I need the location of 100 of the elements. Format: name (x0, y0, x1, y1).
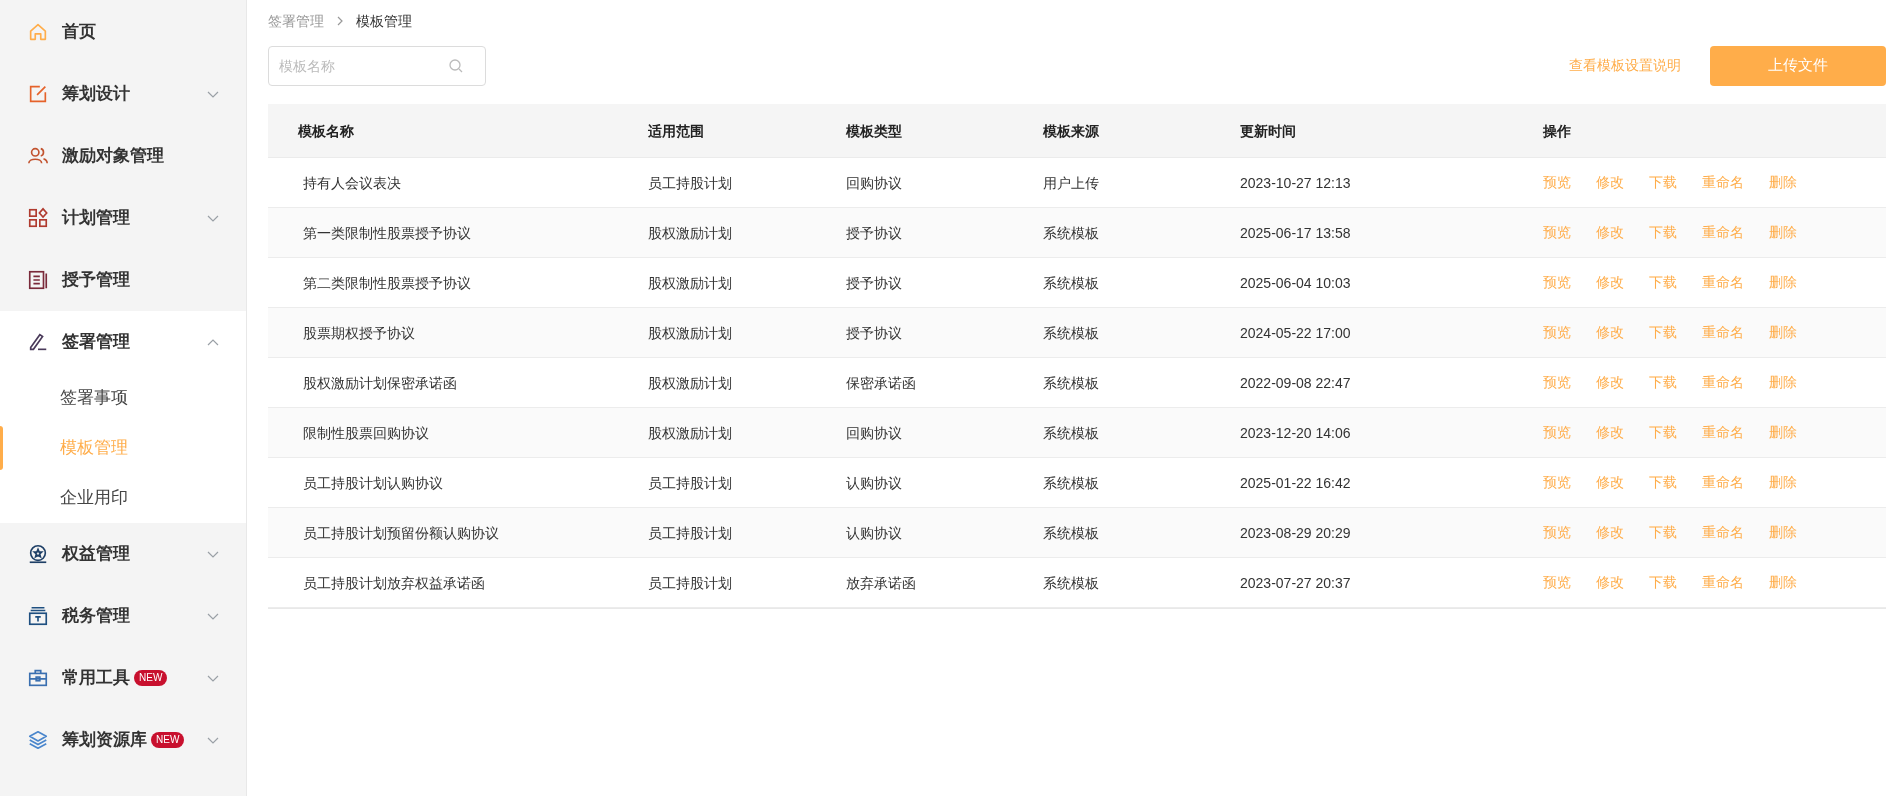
action-link[interactable]: 预览 (1543, 422, 1571, 443)
table-cell: 2023-10-27 12:13 (1240, 174, 1351, 191)
submenu-item[interactable]: 签署事项 (60, 385, 128, 411)
action-link[interactable]: 重命名 (1702, 272, 1744, 293)
action-link[interactable]: 重命名 (1702, 422, 1744, 443)
action-link[interactable]: 删除 (1769, 472, 1797, 493)
tax-icon (27, 605, 49, 627)
column-header: 模板名称 (298, 122, 354, 139)
action-link[interactable]: 删除 (1769, 572, 1797, 593)
sidebar-item[interactable]: 税务管理 (0, 585, 246, 647)
action-link[interactable]: 下载 (1649, 272, 1677, 293)
table-cell: 员工持股计划 (648, 474, 732, 491)
column-header: 模板类型 (846, 122, 902, 139)
action-link[interactable]: 预览 (1543, 372, 1571, 393)
table-cell: 授予协议 (846, 224, 902, 241)
action-link[interactable]: 下载 (1649, 322, 1677, 343)
sidebar-item[interactable]: 激励对象管理 (0, 125, 246, 187)
action-link[interactable]: 删除 (1769, 422, 1797, 443)
house-icon (27, 21, 49, 43)
upload-button[interactable]: 上传文件 (1710, 45, 1886, 86)
action-link[interactable]: 下载 (1649, 172, 1677, 193)
new-badge: NEW (134, 670, 168, 686)
action-link[interactable]: 删除 (1769, 272, 1797, 293)
action-link[interactable]: 修改 (1596, 222, 1624, 243)
table-cell: 回购协议 (846, 174, 902, 191)
help-link[interactable]: 查看模板设置说明 (1569, 55, 1681, 76)
sidebar-label: 首页 (62, 21, 96, 44)
breadcrumb-item[interactable]: 签署管理 (268, 10, 324, 32)
action-link[interactable]: 修改 (1596, 272, 1624, 293)
action-link[interactable]: 修改 (1596, 572, 1624, 593)
action-link[interactable]: 重命名 (1702, 372, 1744, 393)
table-cell: 系统模板 (1043, 574, 1099, 591)
sidebar-label: 筹划设计 (62, 83, 130, 106)
sidebar-item[interactable]: 首页 (0, 1, 246, 63)
table-cell: 2023-12-20 14:06 (1240, 424, 1351, 441)
table-cell: 限制性股票回购协议 (303, 424, 429, 441)
action-link[interactable]: 下载 (1649, 422, 1677, 443)
column-header: 操作 (1543, 122, 1571, 139)
action-link[interactable]: 预览 (1543, 322, 1571, 343)
action-link[interactable]: 删除 (1769, 172, 1797, 193)
action-link[interactable]: 修改 (1596, 322, 1624, 343)
column-header: 模板来源 (1043, 122, 1099, 139)
action-link[interactable]: 删除 (1769, 222, 1797, 243)
sidebar-item[interactable]: 筹划设计 (0, 63, 246, 125)
action-link[interactable]: 重命名 (1702, 172, 1744, 193)
table-cell: 员工持股计划 (648, 174, 732, 191)
table-cell: 股权激励计划 (648, 374, 732, 391)
action-link[interactable]: 下载 (1649, 222, 1677, 243)
action-link[interactable]: 重命名 (1702, 472, 1744, 493)
sidebar-item[interactable]: 授予管理 (0, 249, 246, 311)
submenu-item[interactable]: 模板管理 (60, 435, 128, 461)
sidebar-label: 税务管理 (62, 605, 130, 628)
action-link[interactable]: 预览 (1543, 272, 1571, 293)
action-link[interactable]: 修改 (1596, 522, 1624, 543)
table-cell: 回购协议 (846, 424, 902, 441)
action-link[interactable]: 预览 (1543, 472, 1571, 493)
table-cell: 系统模板 (1043, 324, 1099, 341)
action-link[interactable]: 重命名 (1702, 322, 1744, 343)
action-link[interactable]: 预览 (1543, 522, 1571, 543)
table-cell: 2022-09-08 22:47 (1240, 374, 1351, 391)
sidebar-label: 筹划资源库 (62, 729, 147, 752)
sidebar-item[interactable]: 计划管理 (0, 187, 246, 249)
action-link[interactable]: 重命名 (1702, 572, 1744, 593)
table-cell: 2023-08-29 20:29 (1240, 524, 1351, 541)
action-link[interactable]: 预览 (1543, 222, 1571, 243)
pen-icon (27, 331, 49, 353)
table-cell: 第二类限制性股票授予协议 (303, 274, 471, 291)
table-cell: 2025-01-22 16:42 (1240, 474, 1351, 491)
table-cell: 系统模板 (1043, 274, 1099, 291)
table-cell: 第一类限制性股票授予协议 (303, 224, 471, 241)
sidebar-item[interactable]: 权益管理 (0, 523, 246, 585)
action-link[interactable]: 下载 (1649, 472, 1677, 493)
book-icon (27, 269, 49, 291)
sidebar-item[interactable]: 签署管理 (0, 311, 246, 373)
sidebar-item[interactable]: 常用工具 NEW (0, 647, 246, 709)
action-link[interactable]: 修改 (1596, 422, 1624, 443)
submenu-item[interactable]: 企业用印 (60, 485, 128, 511)
search-field[interactable]: 模板名称 (268, 45, 486, 86)
action-link[interactable]: 修改 (1596, 472, 1624, 493)
action-link[interactable]: 下载 (1649, 572, 1677, 593)
action-link[interactable]: 下载 (1649, 522, 1677, 543)
action-link[interactable]: 修改 (1596, 372, 1624, 393)
table-cell: 员工持股计划认购协议 (303, 474, 443, 491)
action-link[interactable]: 修改 (1596, 172, 1624, 193)
table-cell: 员工持股计划放弃权益承诺函 (303, 574, 485, 591)
table-cell: 用户上传 (1043, 174, 1099, 191)
action-link[interactable]: 预览 (1543, 572, 1571, 593)
table-cell: 员工持股计划 (648, 574, 732, 591)
action-link[interactable]: 下载 (1649, 372, 1677, 393)
table-cell: 保密承诺函 (846, 374, 916, 391)
action-link[interactable]: 重命名 (1702, 222, 1744, 243)
table-cell: 放弃承诺函 (846, 574, 916, 591)
action-link[interactable]: 删除 (1769, 372, 1797, 393)
table-cell: 系统模板 (1043, 424, 1099, 441)
action-link[interactable]: 删除 (1769, 522, 1797, 543)
action-link[interactable]: 删除 (1769, 322, 1797, 343)
action-link[interactable]: 预览 (1543, 172, 1571, 193)
table-cell: 系统模板 (1043, 524, 1099, 541)
sidebar-item[interactable]: 筹划资源库 NEW (0, 709, 246, 771)
action-link[interactable]: 重命名 (1702, 522, 1744, 543)
